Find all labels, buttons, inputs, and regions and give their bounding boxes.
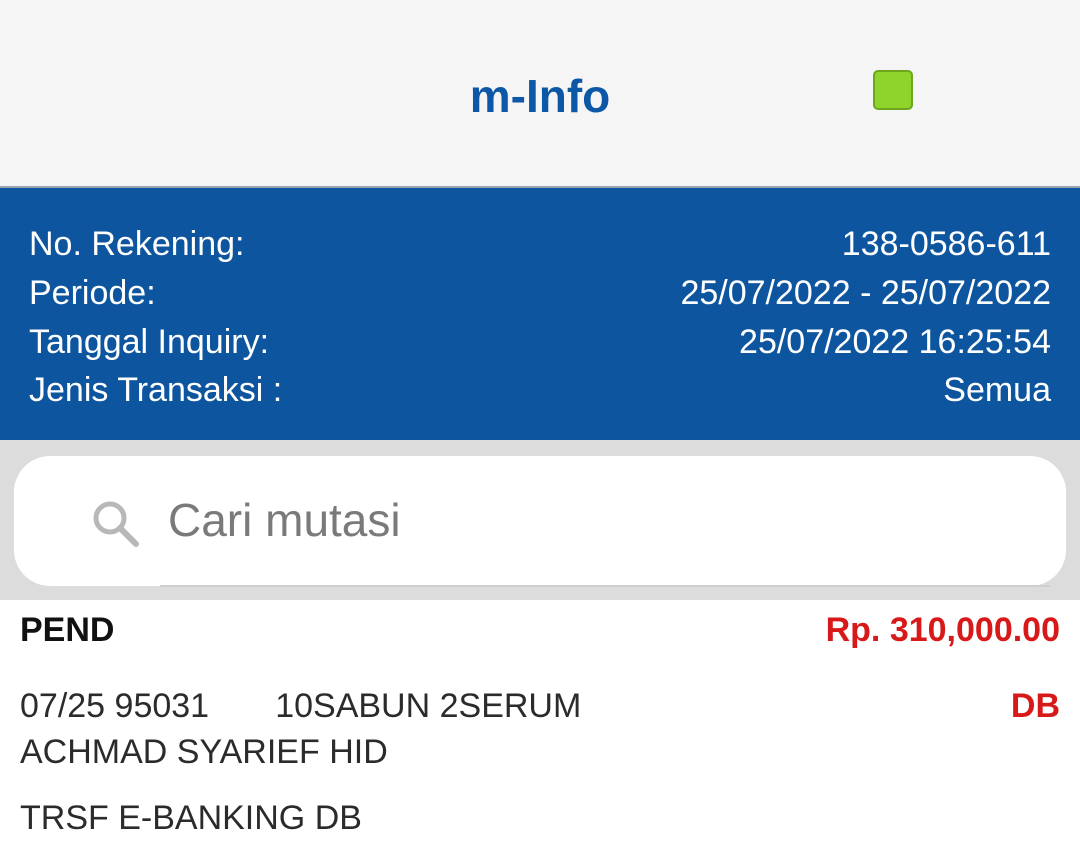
transaction-status: PEND <box>20 611 115 649</box>
search-underline <box>160 585 1050 587</box>
app-screen: m-Info No. Rekening: 138-0586-611 Period… <box>0 0 1080 855</box>
transaction-counterparty: ACHMAD SYARIEF HID <box>20 733 388 771</box>
search-input[interactable] <box>164 486 1052 554</box>
info-value: Semua <box>943 371 1051 409</box>
transaction-channel: TRSF E-BANKING DB <box>20 799 362 837</box>
info-row-period: Periode: 25/07/2022 - 25/07/2022 <box>29 269 1051 317</box>
search-band <box>0 440 1080 600</box>
page-title: m-Info <box>469 70 611 122</box>
status-indicator <box>873 70 913 110</box>
info-label: No. Rekening: <box>29 225 245 263</box>
transaction-type-badge: DB <box>1010 687 1060 725</box>
info-row-inquiry-date: Tanggal Inquiry: 25/07/2022 16:25:54 <box>29 318 1051 366</box>
info-row-transaction-type: Jenis Transaksi : Semua <box>29 366 1051 414</box>
transaction-item[interactable]: PEND Rp. 310,000.00 07/25 95031 10SABUN … <box>0 600 1080 855</box>
info-label: Tanggal Inquiry: <box>29 323 270 361</box>
info-label: Jenis Transaksi : <box>29 371 283 409</box>
info-row-account-number: No. Rekening: 138-0586-611 <box>29 220 1051 268</box>
info-value: 25/07/2022 16:25:54 <box>739 323 1051 361</box>
account-info-panel: No. Rekening: 138-0586-611 Periode: 25/0… <box>0 188 1080 440</box>
header-bar: m-Info <box>0 0 1080 188</box>
search-box[interactable] <box>14 456 1066 587</box>
info-value: 25/07/2022 - 25/07/2022 <box>680 274 1051 312</box>
search-icon <box>93 501 139 547</box>
transaction-description: 07/25 95031 10SABUN 2SERUM <box>20 687 582 725</box>
info-value: 138-0586-611 <box>841 225 1051 263</box>
transaction-amount: Rp. 310,000.00 <box>825 611 1060 649</box>
info-label: Periode: <box>29 274 156 312</box>
